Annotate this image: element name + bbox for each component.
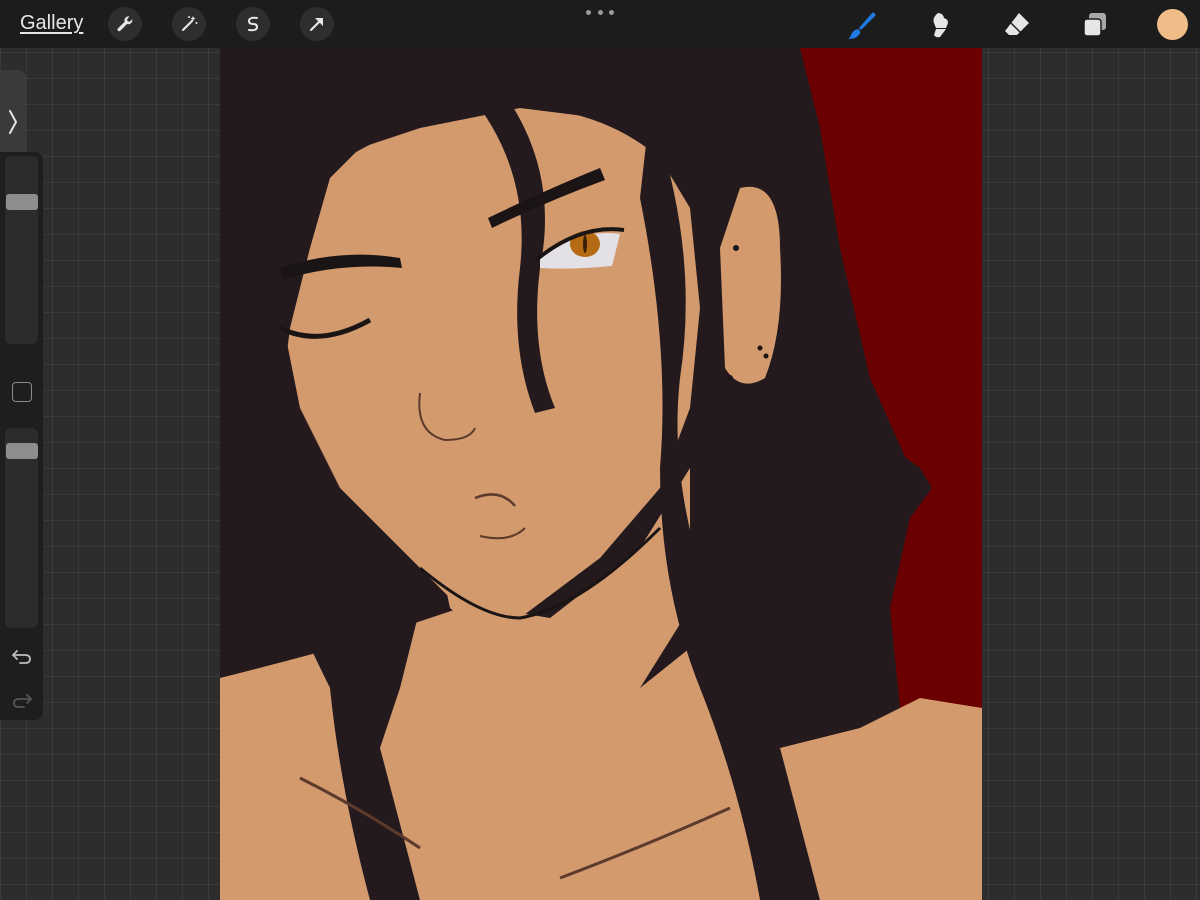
drawing-canvas[interactable] bbox=[220, 48, 982, 900]
smudge-icon bbox=[933, 13, 948, 38]
transform-button[interactable] bbox=[300, 7, 334, 41]
color-picker-button[interactable] bbox=[1157, 9, 1188, 40]
layers-button[interactable] bbox=[1078, 8, 1112, 42]
adjustments-button[interactable] bbox=[172, 7, 206, 41]
selection-s-icon bbox=[247, 16, 259, 32]
smudge-button[interactable] bbox=[922, 8, 956, 42]
earring-2 bbox=[757, 345, 763, 351]
top-toolbar: Gallery bbox=[0, 0, 1200, 48]
undo-button[interactable] bbox=[8, 644, 36, 668]
ellipsis-icon[interactable] bbox=[586, 4, 614, 20]
modify-button[interactable] bbox=[12, 382, 32, 402]
layers-icon bbox=[1083, 13, 1106, 37]
brush-icon bbox=[848, 12, 876, 39]
eye-pupil bbox=[583, 235, 587, 253]
earring-3 bbox=[763, 353, 769, 359]
redo-button[interactable] bbox=[8, 688, 36, 712]
opacity-thumb[interactable] bbox=[6, 442, 38, 459]
redo-icon bbox=[13, 694, 33, 708]
wrench-icon bbox=[117, 16, 133, 32]
chevron-right-icon bbox=[9, 110, 18, 134]
actions-button[interactable] bbox=[108, 7, 142, 41]
brush-button[interactable] bbox=[845, 8, 879, 42]
earring-4 bbox=[727, 375, 733, 381]
left-sidebar bbox=[0, 152, 43, 720]
gallery-button[interactable]: Gallery bbox=[20, 12, 83, 35]
selection-button[interactable] bbox=[236, 7, 270, 41]
arrow-icon bbox=[309, 18, 323, 32]
brush-size-thumb[interactable] bbox=[6, 194, 38, 211]
artwork bbox=[220, 48, 982, 900]
opacity-slider[interactable] bbox=[5, 428, 38, 628]
brush-size-slider[interactable] bbox=[5, 156, 38, 344]
eraser-button[interactable] bbox=[1000, 8, 1034, 42]
earring-1 bbox=[733, 245, 739, 251]
undo-icon bbox=[11, 650, 31, 664]
eraser-icon bbox=[1005, 13, 1029, 35]
magic-wand-icon bbox=[181, 16, 198, 32]
